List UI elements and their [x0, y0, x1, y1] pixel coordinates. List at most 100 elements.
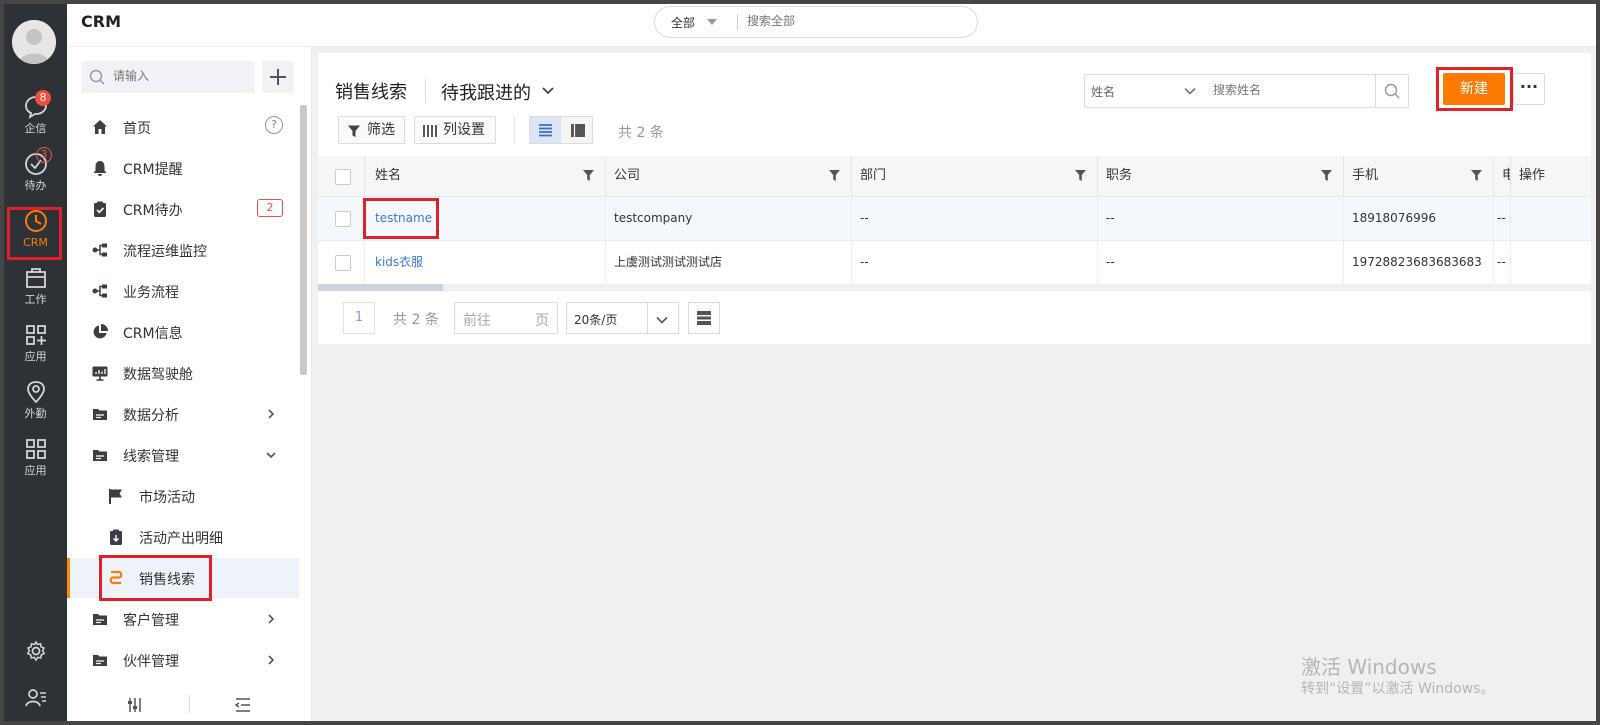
header-select-cell: [318, 156, 365, 196]
divider: [647, 303, 648, 333]
field-search-button[interactable]: [1375, 75, 1408, 107]
sidebar-item-process-monitor[interactable]: 流程运维监控: [67, 230, 299, 270]
rail-item-label: 应用: [24, 464, 47, 477]
location-pin-icon: [26, 381, 45, 404]
column-header-label: 部门: [860, 168, 887, 183]
rail-item-work[interactable]: 工作: [4, 259, 67, 315]
column-header-label: 电: [1502, 168, 1510, 183]
horizontal-scrollbar[interactable]: [318, 284, 1591, 291]
table-header: 姓名 公司 部门 职务 手机 操作: [318, 156, 1591, 197]
rail-item-messages[interactable]: 企信 8: [4, 88, 67, 144]
pie-chart-icon: [93, 324, 108, 339]
list-view-button[interactable]: [530, 117, 561, 143]
chevron-down-icon[interactable]: [541, 83, 555, 97]
chevron-down-icon[interactable]: [655, 313, 669, 327]
rail-contacts[interactable]: [4, 680, 67, 710]
column-header-department[interactable]: 部门: [852, 156, 1098, 196]
sidebar-search-input[interactable]: [111, 68, 245, 84]
sidebar-item-home[interactable]: 首页 ?: [67, 107, 299, 147]
sidebar-item-customer-management[interactable]: 客户管理: [67, 599, 299, 639]
sidebar: 首页 ? CRM提醒 CRM待办 2 流程运维监控 业务流程 CRM信息 数据驾…: [67, 47, 312, 721]
column-header-mobile[interactable]: 手机: [1344, 156, 1494, 196]
field-select[interactable]: 姓名: [1091, 83, 1115, 100]
sidebar-item-crm-reminder[interactable]: CRM提醒: [67, 148, 299, 188]
rail-item-label: 企信: [24, 122, 47, 135]
flow-icon: [92, 284, 107, 298]
rail-item-label: 外勤: [24, 407, 47, 420]
windows-activation-watermark: 激活 Windows: [1301, 655, 1437, 679]
sidebar-item-label: 数据分析: [123, 408, 179, 424]
sidebar-item-activity-output[interactable]: 活动产出明细: [67, 517, 299, 557]
sidebar-item-business-process[interactable]: 业务流程: [67, 271, 299, 311]
global-search-input[interactable]: [745, 13, 959, 29]
rail-item-label: 工作: [24, 293, 47, 306]
lead-name-link[interactable]: kids衣服: [375, 255, 423, 269]
sidebar-item-partner-management[interactable]: 伙伴管理: [67, 640, 299, 680]
filter-button[interactable]: 筛选: [338, 116, 405, 144]
global-search[interactable]: 全部: [654, 6, 978, 38]
column-settings-button[interactable]: 列设置: [414, 116, 496, 144]
page-size-select[interactable]: 20条/页: [566, 302, 679, 334]
sliders-icon[interactable]: [125, 695, 145, 715]
filter-icon[interactable]: [828, 169, 841, 182]
density-button[interactable]: [688, 302, 720, 334]
lead-name-link[interactable]: testname: [375, 211, 432, 225]
filter-icon[interactable]: [1470, 169, 1483, 182]
table-row[interactable]: testname testcompany -- -- 18918076996 -…: [318, 197, 1591, 241]
row-checkbox[interactable]: [335, 211, 351, 227]
rail-settings[interactable]: [4, 634, 67, 664]
collapse-menu-icon[interactable]: [233, 695, 253, 715]
column-header-name[interactable]: 姓名: [365, 156, 606, 196]
columns-icon: [423, 125, 437, 137]
view-select[interactable]: 待我跟进的: [441, 79, 531, 105]
sidebar-item-data-analysis[interactable]: 数据分析: [67, 394, 299, 434]
filter-icon[interactable]: [582, 169, 595, 182]
cell-department: --: [852, 241, 1098, 284]
cell-department: --: [852, 197, 1098, 240]
row-checkbox[interactable]: [335, 255, 351, 271]
sidebar-item-sales-leads[interactable]: 销售线索: [67, 558, 299, 598]
sidebar-search[interactable]: [81, 61, 255, 93]
sidebar-scrollbar[interactable]: [300, 105, 307, 375]
rail-item-apps-2[interactable]: 应用: [4, 430, 67, 486]
new-button[interactable]: 新建: [1443, 73, 1505, 105]
sidebar-item-data-cockpit[interactable]: 数据驾驶舱: [67, 353, 299, 393]
rail-item-todo[interactable]: 待办 3: [4, 145, 67, 201]
sidebar-item-crm-info[interactable]: CRM信息: [67, 312, 299, 352]
filter-icon[interactable]: [1074, 169, 1087, 182]
goto-prefix: 前往: [463, 313, 491, 329]
help-icon[interactable]: ?: [265, 116, 283, 134]
chevron-down-icon: [266, 452, 276, 459]
select-all-checkbox[interactable]: [335, 169, 351, 185]
page-number-current[interactable]: 1: [343, 302, 375, 334]
table-row[interactable]: kids衣服 上虞测试测试测试店 -- -- 19728823683683683…: [318, 241, 1591, 285]
sidebar-item-label: 线索管理: [123, 449, 179, 465]
add-button[interactable]: [262, 61, 294, 93]
filter-icon[interactable]: [1320, 169, 1333, 182]
column-header-company[interactable]: 公司: [606, 156, 852, 196]
caret-down-icon[interactable]: [707, 19, 717, 25]
sidebar-item-lead-management[interactable]: 线索管理: [67, 435, 299, 475]
search-scope-select[interactable]: 全部: [671, 14, 695, 31]
more-button[interactable]: ···: [1513, 73, 1545, 105]
card-view-icon: [571, 124, 585, 137]
rail-item-apps[interactable]: 应用: [4, 316, 67, 372]
scrollbar-thumb[interactable]: [318, 284, 443, 291]
rail-item-field[interactable]: 外勤: [4, 373, 67, 429]
view-toggle[interactable]: [529, 116, 593, 144]
card-view-button[interactable]: [562, 117, 593, 143]
sidebar-item-marketing-activity[interactable]: 市场活动: [67, 476, 299, 516]
sidebar-item-label: 首页: [123, 121, 151, 137]
app-window: 企信 8 待办 3 CRM 工作 应用 外勤 应用 CRM 全部 搜索全部 请输…: [4, 4, 1596, 721]
field-search[interactable]: 姓名: [1084, 74, 1409, 108]
column-header-phone[interactable]: 电: [1494, 156, 1511, 196]
chevron-down-icon[interactable]: [1183, 84, 1197, 98]
sidebar-item-crm-todo[interactable]: CRM待办 2: [67, 189, 299, 229]
sidebar-item-label: 业务流程: [123, 285, 179, 301]
column-header-position[interactable]: 职务: [1098, 156, 1344, 196]
user-avatar[interactable]: [12, 20, 56, 64]
goto-page-input[interactable]: 前往 页: [454, 302, 558, 334]
clipboard-check-icon: [94, 201, 106, 217]
field-search-input[interactable]: [1211, 82, 1365, 98]
rail-item-crm[interactable]: CRM: [4, 202, 67, 258]
